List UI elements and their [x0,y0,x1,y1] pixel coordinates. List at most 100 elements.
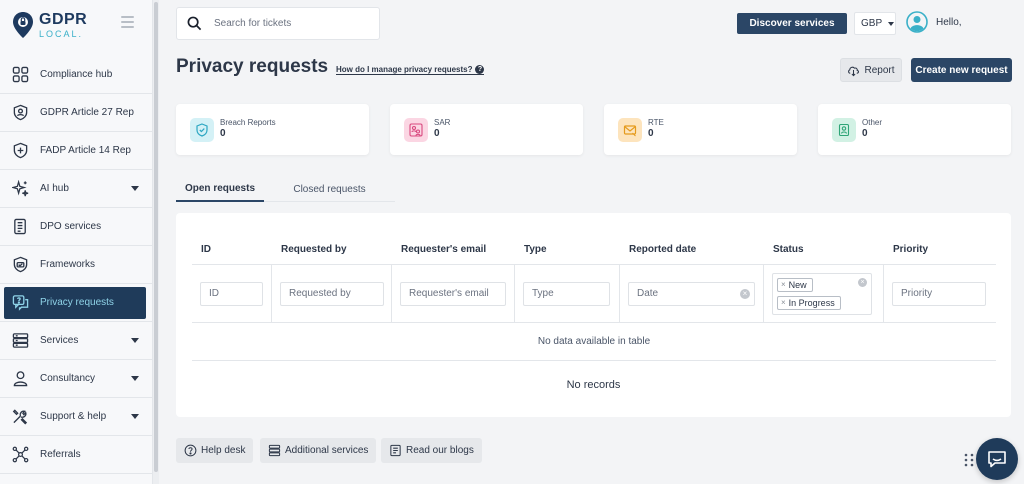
sidebar-item-label: AI hub [40,183,69,194]
person-icon [13,371,28,387]
status-chip-in-progress[interactable]: × In Progress [777,295,841,310]
search-input[interactable] [214,18,364,29]
badge-icon [838,123,850,136]
sidebar-item-fadp-article-14[interactable]: FADP Article 14 Rep [0,132,153,170]
currency-value: GBP [861,18,883,29]
clear-icon[interactable]: × [740,288,750,299]
sidebar-item-label: Referrals [40,449,81,460]
grid-icon [12,66,29,83]
sidebar-item-label: GDPR Article 27 Rep [40,107,134,118]
people-icon [409,122,423,137]
sidebar-item-gdpr-article-27[interactable]: GDPR Article 27 Rep [0,94,153,132]
menu-toggle-icon[interactable] [121,16,134,30]
tab-open-requests[interactable]: Open requests [176,176,264,202]
chat-launcher-button[interactable] [976,438,1018,480]
card-value: 0 [648,128,654,140]
create-new-request-button[interactable]: Create new request [911,58,1012,82]
help-circle-icon [184,444,197,457]
email-filter-input[interactable] [400,281,506,306]
no-records-message: No records [566,379,621,391]
column-header-priority[interactable]: Priority [884,235,996,263]
requested-by-filter-input[interactable] [280,281,384,306]
status-chip-new[interactable]: × New [777,277,813,292]
gdpr-local-logo[interactable]: GDPR LOCAL. [12,8,87,42]
filter-cell [884,265,996,322]
sidebar: GDPR LOCAL. Compliance hub GDPR Article … [0,0,153,484]
sidebar-item-label: FADP Article 14 Rep [40,145,131,156]
card-icon-bg [404,117,428,142]
sidebar-item-consultancy[interactable]: Consultancy [0,360,153,398]
logo-pin-icon [13,12,33,38]
no-data-message: No data available in table [192,323,996,361]
stat-card-other[interactable]: Other 0 [818,104,1011,155]
chevron-down-icon [131,338,139,343]
sidebar-item-label: Frameworks [40,259,96,270]
chevron-down-icon [888,21,895,26]
sidebar-item-label: DPO services [40,221,102,232]
greeting-text: Hello, [936,16,962,28]
sidebar-nav: Compliance hub GDPR Article 27 Rep FADP … [0,56,153,474]
card-label: Breach Reports [220,118,276,128]
card-icon-bg [618,117,642,142]
document-icon [14,218,26,235]
column-header-status[interactable]: Status [764,235,884,263]
scrollbar-thumb[interactable] [154,2,158,472]
document-icon [390,444,401,457]
additional-services-button[interactable]: Additional services [260,438,377,463]
priority-filter-input[interactable] [892,281,986,306]
search-icon [187,16,202,31]
type-filter-input[interactable] [523,281,610,306]
tools-icon [12,409,28,425]
date-filter: × [628,281,755,306]
question-icon: ? [475,65,485,74]
help-link-text: How do I manage privacy requests? [336,65,473,74]
report-label: Report [864,64,895,76]
additional-services-label: Additional services [285,445,369,456]
currency-select[interactable]: GBP [854,12,896,35]
discover-services-button[interactable]: Discover services [737,13,847,34]
column-header-email[interactable]: Requester's email [392,235,515,263]
card-label: SAR [434,118,451,128]
help-desk-label: Help desk [201,445,246,456]
column-header-id[interactable]: ID [192,235,272,263]
stat-card-rte[interactable]: RTE 0 [604,104,797,155]
id-filter-input[interactable] [200,281,263,306]
sidebar-item-label: Consultancy [40,373,96,384]
server-icon [268,444,281,457]
help-desk-button[interactable]: Help desk [176,438,254,463]
stat-card-breach-reports[interactable]: Breach Reports 0 [176,104,369,155]
clear-icon[interactable]: × [858,277,867,287]
server-icon [12,333,29,348]
sidebar-item-dpo-services[interactable]: DPO services [0,208,153,246]
user-menu[interactable]: Hello, [906,11,962,33]
stat-card-sar[interactable]: SAR 0 [390,104,583,155]
date-filter-input[interactable] [628,281,755,306]
chip-label: New [788,279,807,290]
page-title: Privacy requests [176,56,329,77]
tab-closed-requests[interactable]: Closed requests [264,176,395,202]
column-header-reported-date[interactable]: Reported date [620,235,764,263]
read-blogs-button[interactable]: Read our blogs [381,438,482,463]
drag-handle-icon[interactable] [964,453,974,467]
chevron-down-icon [131,186,139,191]
filter-row: × ×New ×In Progress × [192,265,996,323]
status-multiselect[interactable]: × New × In Progress × [772,272,872,315]
sidebar-item-frameworks[interactable]: Frameworks [0,246,153,284]
help-link[interactable]: How do I manage privacy requests? ? [336,65,485,75]
sidebar-item-support-help[interactable]: Support & help [0,398,153,436]
report-button[interactable]: Report [840,58,902,82]
remove-chip-icon[interactable]: × [781,280,786,289]
sidebar-item-referrals[interactable]: Referrals [0,436,153,474]
column-header-requested-by[interactable]: Requested by [272,235,392,263]
sidebar-item-compliance-hub[interactable]: Compliance hub [0,56,153,94]
card-value: 0 [862,128,868,140]
sidebar-item-services[interactable]: Services [0,322,153,360]
sidebar-item-ai-hub[interactable]: AI hub [0,170,153,208]
column-header-type[interactable]: Type [515,235,620,263]
sparkle-icon [12,180,29,197]
sidebar-scrollbar[interactable] [153,0,159,484]
remove-chip-icon[interactable]: × [781,298,786,307]
search-box [176,7,380,40]
sidebar-item-privacy-requests[interactable]: Privacy requests [4,286,146,319]
card-icon-bg [832,117,856,142]
